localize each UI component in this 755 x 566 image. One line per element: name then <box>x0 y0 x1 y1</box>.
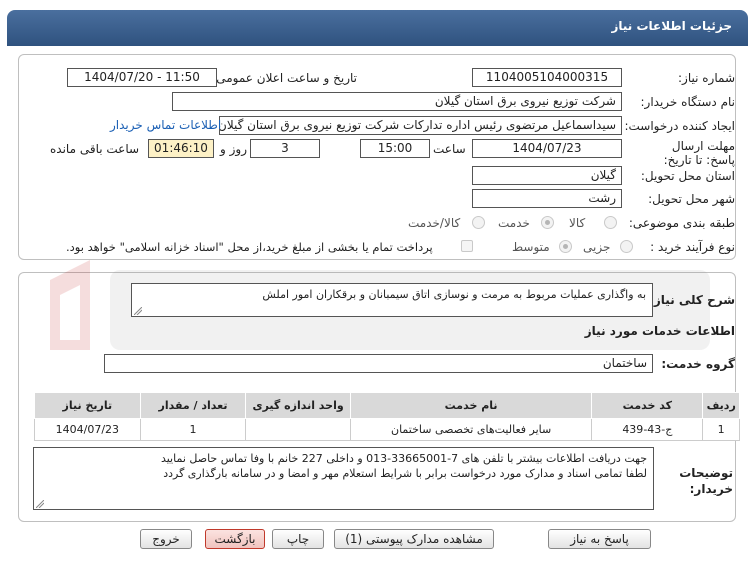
col-need-date: تاریخ نیاز <box>34 392 141 419</box>
back-button[interactable]: بازگشت <box>205 529 265 549</box>
category-label: طبقه بندی موضوعی: <box>628 216 735 230</box>
buyer-notes-field: جهت دریافت اطلاعات بیشتر با تلفن های 7-3… <box>33 447 654 510</box>
col-quantity: تعداد / مقدار <box>139 392 247 419</box>
cell-need-date: 1404/07/23 <box>34 418 141 441</box>
deadline-date-field: 1404/07/23 <box>472 139 622 158</box>
city-field: رشت <box>472 189 622 208</box>
col-service-name: نام خدمت <box>349 392 593 419</box>
days-label: روز و <box>220 142 247 156</box>
buyer-contact-link[interactable]: اطلاعات تماس خریدار <box>110 118 221 132</box>
view-attachments-button[interactable]: مشاهده مدارک پیوستی (1) <box>334 529 494 549</box>
creator-field: سیداسماعیل مرتضوی رئیس اداره تدارکات شرک… <box>219 116 622 135</box>
process-label: نوع فرآیند خرید : <box>650 240 735 254</box>
col-row-number: ردیف <box>702 392 740 419</box>
services-table-header: ردیف کد خدمت نام خدمت واحد اندازه گیری ت… <box>34 392 740 419</box>
announce-date-label: تاریخ و ساعت اعلان عمومی: <box>212 71 357 85</box>
reply-button[interactable]: پاسخ به نیاز <box>548 529 651 549</box>
announce-date-field: 1404/07/20 - 11:50 <box>67 68 217 87</box>
page-title: جزئیات اطلاعات نیاز <box>611 19 732 33</box>
category-goods-label: کالا <box>569 216 586 230</box>
buyer-org-label: نام دستگاه خریدار: <box>640 95 736 109</box>
buyer-notes-label: توضیحات خریدار: <box>679 466 733 496</box>
cell-quantity: 1 <box>139 418 247 441</box>
process-medium-label: متوسط <box>512 240 550 254</box>
province-field: گیلان <box>472 166 622 185</box>
buyer-notes-line-2: لطفا تمامی اسناد و مدارک مورد درخواست بر… <box>163 467 647 480</box>
category-goods-radio[interactable] <box>604 216 617 229</box>
description-text: به واگذاری عملیات مربوط به مرمت و نوسازی… <box>262 288 646 301</box>
page-header: جزئیات اطلاعات نیاز <box>7 10 748 46</box>
category-service-radio[interactable] <box>541 216 554 229</box>
deadline-time-field: 15:00 <box>360 139 430 158</box>
services-table: ردیف کد خدمت نام خدمت واحد اندازه گیری ت… <box>34 392 740 441</box>
exit-button[interactable]: خروج <box>140 529 192 549</box>
cell-service-name: سایر فعالیت‌های تخصصی ساختمان <box>349 418 593 441</box>
col-unit: واحد اندازه گیری <box>245 392 351 419</box>
cell-unit <box>245 418 351 441</box>
category-service-label: خدمت <box>498 216 530 230</box>
province-label: استان محل تحویل: <box>640 169 735 183</box>
need-number-field: 1104005104000315 <box>472 68 622 87</box>
remaining-time-label: ساعت باقی مانده <box>50 142 140 156</box>
deadline-label: مهلت ارسال پاسخ: تا تاریخ: <box>663 139 735 167</box>
service-group-label: گروه خدمت: <box>661 357 735 371</box>
col-service-code: کد خدمت <box>591 392 704 419</box>
table-row: 1 ج-43-439 سایر فعالیت‌های تخصصی ساختمان… <box>34 418 740 441</box>
remaining-time-field: 01:46:10 <box>148 139 214 158</box>
cell-service-code: ج-43-439 <box>591 418 704 441</box>
cell-row-number: 1 <box>702 418 740 441</box>
description-label: شرح کلی نیاز: <box>649 293 735 307</box>
city-label: شهر محل تحویل: <box>648 192 735 206</box>
description-field: به واگذاری عملیات مربوط به مرمت و نوسازی… <box>131 283 653 317</box>
process-minor-label: جزیی <box>583 240 611 254</box>
process-medium-radio[interactable] <box>559 240 572 253</box>
services-section-title: اطلاعات خدمات مورد نیاز <box>584 324 735 338</box>
creator-label: ایجاد کننده درخواست: <box>624 119 735 133</box>
process-minor-radio[interactable] <box>620 240 633 253</box>
treasury-payment-note: پرداخت تمام یا بخشی از مبلغ خرید،از محل … <box>66 240 433 254</box>
need-number-label: شماره نیاز: <box>678 71 735 85</box>
days-remaining-field: 3 <box>250 139 320 158</box>
service-group-field: ساختمان <box>104 354 653 373</box>
buyer-org-field: شرکت توزیع نیروی برق استان گیلان <box>172 92 622 111</box>
treasury-payment-checkbox[interactable] <box>461 240 473 252</box>
category-goods-service-radio[interactable] <box>472 216 485 229</box>
resize-grip-icon[interactable] <box>36 500 44 508</box>
resize-grip-icon[interactable] <box>134 307 142 315</box>
category-goods-service-label: کالا/خدمت <box>408 216 461 230</box>
print-button[interactable]: چاپ <box>272 529 324 549</box>
deadline-time-label: ساعت <box>433 142 466 156</box>
buyer-notes-line-1: جهت دریافت اطلاعات بیشتر با تلفن های 7-3… <box>160 452 647 465</box>
